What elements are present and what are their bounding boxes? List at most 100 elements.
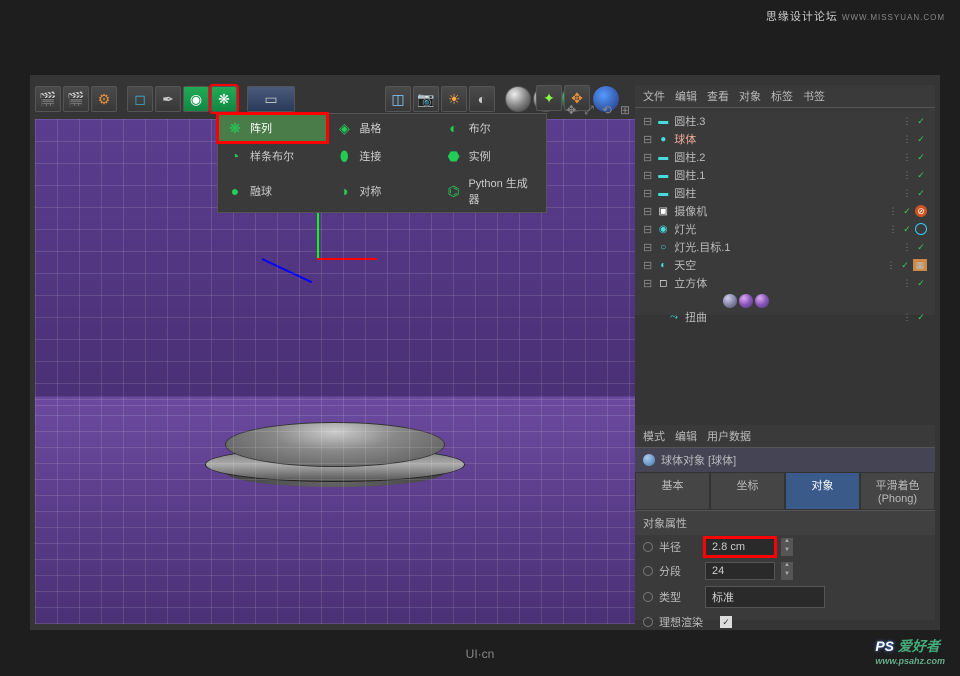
watermark-top: 思缘设计论坛 WWW.MISSYUAN.COM xyxy=(766,8,945,24)
om-menu-tags[interactable]: 标签 xyxy=(771,88,793,104)
radius-label: 半径 xyxy=(659,539,699,555)
menu-label: 实例 xyxy=(469,148,491,164)
om-menubar: 文件 编辑 查看 对象 标签 书签 xyxy=(635,85,935,108)
om-list: ⊟▬圆柱.3⋮✓⊟●球体⋮✓⊟▬圆柱.2⋮✓⊟▬圆柱.1⋮✓⊟▬圆柱⋮✓⊟▣摄像… xyxy=(635,108,935,330)
om-item[interactable]: ⊟●球体⋮✓ xyxy=(635,130,935,148)
metaball-icon: ● xyxy=(226,182,244,200)
anim-dot[interactable] xyxy=(643,566,653,576)
rotate-icon[interactable]: ⟲ xyxy=(602,103,612,118)
splinemask-icon: ◔ xyxy=(226,147,244,165)
segments-input[interactable] xyxy=(705,562,775,580)
om-menu-bookmarks[interactable]: 书签 xyxy=(803,88,825,104)
gizmo-x-axis[interactable] xyxy=(317,258,377,260)
cube-primitive-button[interactable]: ◻ xyxy=(127,86,153,112)
anim-dot[interactable] xyxy=(643,592,653,602)
maximize-icon[interactable]: ⊞ xyxy=(620,103,630,118)
menu-label: Python 生成器 xyxy=(468,175,538,207)
deformer-button[interactable]: ▭ xyxy=(247,86,295,112)
anim-dot[interactable] xyxy=(643,542,653,552)
camera-button[interactable]: 📷 xyxy=(413,86,439,112)
symmetry-icon: ◑ xyxy=(335,182,353,200)
segments-stepper[interactable]: ▲▼ xyxy=(781,562,793,580)
render-pv-button[interactable]: 🎬 xyxy=(63,86,89,112)
spline-button[interactable]: ✒ xyxy=(155,86,181,112)
generator-dropdown: ❋ 阵列 ◈晶格 ◐布尔 ◔ 样条布尔 ⬮ 连接 ⬣ 实例 ● 融球 ◑对称 ⌬Pytho… xyxy=(217,113,547,213)
menu-metaball[interactable]: ● 融球 xyxy=(218,170,327,212)
menu-spline-mask[interactable]: ◔ 样条布尔 xyxy=(218,142,327,170)
watermark-text: 思缘设计论坛 xyxy=(766,11,838,23)
attr-header: 球体对象 [球体] xyxy=(635,448,935,472)
material-preview-1[interactable] xyxy=(505,86,531,112)
attr-menu-userdata[interactable]: 用户数据 xyxy=(707,428,751,444)
menu-symmetry[interactable]: ◑对称 xyxy=(327,170,436,212)
render-view-button[interactable]: 🎬 xyxy=(35,86,61,112)
tab-phong[interactable]: 平滑着色(Phong) xyxy=(860,472,935,510)
attr-title: 球体对象 [球体] xyxy=(661,452,736,468)
watermark-url: WWW.MISSYUAN.COM xyxy=(842,13,945,22)
scene-button[interactable]: ◐ xyxy=(469,86,495,112)
tab-basic[interactable]: 基本 xyxy=(635,472,710,510)
tab-coord[interactable]: 坐标 xyxy=(710,472,785,510)
connect-icon: ⬮ xyxy=(335,147,353,165)
menu-lattice[interactable]: ◈晶格 xyxy=(327,114,436,142)
ps-suffix: 爱好者 xyxy=(894,638,940,654)
om-item[interactable]: ⊟◉灯光⋮✓ xyxy=(635,220,935,238)
attr-row-type: 类型 标准 xyxy=(635,583,935,611)
render-settings-button[interactable]: ⚙ xyxy=(91,86,117,112)
om-item[interactable]: ⊟▬圆柱.1⋮✓ xyxy=(635,166,935,184)
array-icon: ❋ xyxy=(226,119,244,137)
menu-array[interactable]: ❋ 阵列 xyxy=(218,114,327,142)
light-button[interactable]: ☀ xyxy=(441,86,467,112)
attr-menubar: 模式 编辑 用户数据 xyxy=(635,425,935,448)
watermark-center-text: UI·cn xyxy=(466,647,495,661)
axis-button[interactable]: ✦ xyxy=(536,85,562,111)
viewport-nav-icons: ✥ ⤢ ⟲ ⊞ xyxy=(566,103,630,118)
app-frame: 思缘设计论坛 WWW.MISSYUAN.COM 🎬 🎬 ⚙ ◻ ✒ ◉ ❋ ▭ … xyxy=(0,0,960,676)
om-item[interactable]: ⊟▬圆柱⋮✓ xyxy=(635,184,935,202)
menu-label: 阵列 xyxy=(250,120,272,136)
om-menu-file[interactable]: 文件 xyxy=(643,88,665,104)
array-generator-button[interactable]: ❋ xyxy=(211,86,237,112)
instance-icon: ⬣ xyxy=(445,147,463,165)
gizmo-z-axis[interactable] xyxy=(262,258,313,283)
om-item[interactable]: ⊟▬圆柱.3⋮✓ xyxy=(635,112,935,130)
menu-label: 晶格 xyxy=(359,120,381,136)
om-item[interactable]: ⊟▬圆柱.2⋮✓ xyxy=(635,148,935,166)
zoom-icon[interactable]: ⤢ xyxy=(584,103,594,118)
om-menu-edit[interactable]: 编辑 xyxy=(675,88,697,104)
pan-icon[interactable]: ✥ xyxy=(566,103,576,118)
om-item[interactable]: ⤳扭曲⋮✓ xyxy=(635,308,935,326)
radius-input[interactable] xyxy=(705,538,775,556)
menu-instance[interactable]: ⬣ 实例 xyxy=(437,142,546,170)
om-item[interactable]: ⊟○灯光.目标.1⋮✓ xyxy=(635,238,935,256)
subdivision-button[interactable]: ◉ xyxy=(183,86,209,112)
om-menu-object[interactable]: 对象 xyxy=(739,88,761,104)
radius-stepper[interactable]: ▲▼ xyxy=(781,538,793,556)
watermark-center: UI·cn xyxy=(466,647,495,661)
menu-boole[interactable]: ◐布尔 xyxy=(437,114,546,142)
ps-url: www.psahz.com xyxy=(875,656,945,666)
menu-label: 样条布尔 xyxy=(250,148,294,164)
menu-label: 连接 xyxy=(359,148,381,164)
om-item[interactable]: ⊟▣摄像机⋮✓⊘ xyxy=(635,202,935,220)
render-checkbox[interactable]: ✓ xyxy=(720,616,732,628)
menu-connect[interactable]: ⬮ 连接 xyxy=(327,142,436,170)
type-label: 类型 xyxy=(659,589,699,605)
ufo-top xyxy=(225,422,445,467)
menu-label: 融球 xyxy=(250,183,272,199)
om-item[interactable]: ⊟◻立方体⋮✓ xyxy=(635,274,935,292)
floor-button[interactable]: ◫ xyxy=(385,86,411,112)
attr-menu-mode[interactable]: 模式 xyxy=(643,428,665,444)
om-item[interactable]: ⊟◐天空⋮✓▦ xyxy=(635,256,935,274)
menu-python[interactable]: ⌬Python 生成器 xyxy=(437,170,546,212)
attr-row-radius: 半径 ▲▼ xyxy=(635,535,935,559)
om-menu-view[interactable]: 查看 xyxy=(707,88,729,104)
c4d-app: 🎬 🎬 ⚙ ◻ ✒ ◉ ❋ ▭ ◫ 📷 ☀ ◐ ✦ ✥ ✥ xyxy=(30,75,940,630)
tab-object[interactable]: 对象 xyxy=(785,472,860,510)
anim-dot[interactable] xyxy=(643,617,653,627)
attr-menu-edit[interactable]: 编辑 xyxy=(675,428,697,444)
attr-tabs: 基本 坐标 对象 平滑着色(Phong) xyxy=(635,472,935,510)
type-select[interactable]: 标准 xyxy=(705,586,825,608)
attr-row-render: 理想渲染 ✓ xyxy=(635,611,935,633)
sphere-icon xyxy=(643,454,655,466)
